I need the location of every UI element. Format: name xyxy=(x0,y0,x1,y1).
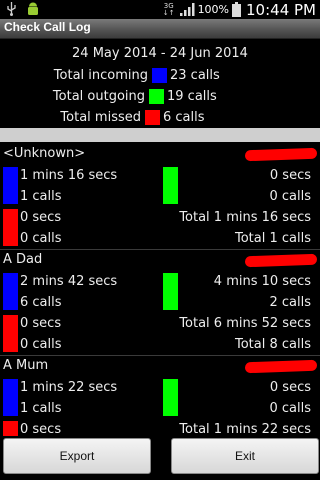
app-title: Check Call Log xyxy=(4,20,91,34)
redaction-mark xyxy=(244,253,318,268)
section-separator xyxy=(0,128,320,142)
status-icons: 3G ↓↑ 100% 10:44 PM xyxy=(163,0,316,19)
summary-panel: 24 May 2014 - 24 Jun 2014 Total incoming… xyxy=(0,38,320,128)
exit-button[interactable]: Exit xyxy=(171,438,319,474)
missed-duration: 0 secs xyxy=(20,422,62,436)
incoming-duration: 1 mins 22 secs xyxy=(20,380,118,395)
missed-label-row: Total missed xyxy=(0,108,141,128)
missed-count: 0 calls xyxy=(20,231,62,246)
incoming-label-row: Total incoming xyxy=(0,66,148,86)
missed-label: Total missed xyxy=(60,110,141,125)
contact-entry[interactable]: <Unknown> 1 mins 16 secs 1 calls 0 secs … xyxy=(0,143,320,249)
usb-icon xyxy=(7,2,16,16)
missed-count: 0 calls xyxy=(20,337,62,352)
outgoing-count: 2 calls xyxy=(269,295,311,310)
incoming-total: 23 calls xyxy=(170,68,220,83)
outgoing-count: 0 calls xyxy=(269,401,311,416)
incoming-label: Total incoming xyxy=(53,68,148,83)
incoming-duration: 2 mins 42 secs xyxy=(20,274,118,289)
incoming-duration: 1 mins 16 secs xyxy=(20,168,118,183)
bottom-button-bar: Export Exit xyxy=(0,436,320,480)
incoming-count: 6 calls xyxy=(20,295,62,310)
incoming-bar xyxy=(3,379,18,416)
total-duration: Total 1 mins 16 secs xyxy=(179,210,311,225)
outgoing-label: Total outgoing xyxy=(52,89,145,104)
incoming-count: 1 calls xyxy=(20,189,62,204)
export-button[interactable]: Export xyxy=(3,438,151,474)
missed-bar xyxy=(3,315,18,352)
incoming-count: 1 calls xyxy=(20,401,62,416)
outgoing-swatch xyxy=(149,89,164,104)
missed-swatch xyxy=(145,110,160,125)
contact-name: A Dad xyxy=(3,252,43,267)
missed-bar xyxy=(3,421,18,436)
missed-bar xyxy=(3,209,18,246)
outgoing-bar xyxy=(163,273,178,310)
clock: 10:44 PM xyxy=(246,0,316,19)
total-count: Total 1 calls xyxy=(234,231,311,246)
incoming-swatch xyxy=(152,68,167,83)
redaction-mark xyxy=(244,147,318,162)
battery-icon xyxy=(232,2,242,17)
outgoing-bar xyxy=(163,167,178,204)
signal-icon xyxy=(179,3,195,16)
outgoing-label-row: Total outgoing xyxy=(0,87,145,107)
missed-duration: 0 secs xyxy=(20,210,62,225)
outgoing-duration: 0 secs xyxy=(269,380,311,395)
outgoing-duration: 0 secs xyxy=(269,168,311,183)
incoming-bar xyxy=(3,273,18,310)
redaction-mark xyxy=(244,359,318,374)
title-bar: Check Call Log xyxy=(0,19,320,39)
incoming-bar xyxy=(3,167,18,204)
contact-name: <Unknown> xyxy=(3,146,86,161)
total-duration: Total 6 mins 52 secs xyxy=(179,316,311,331)
network-indicator: 3G ↓↑ xyxy=(162,1,175,17)
status-bar: 3G ↓↑ 100% 10:44 PM xyxy=(0,0,320,19)
outgoing-count: 0 calls xyxy=(269,189,311,204)
missed-total: 6 calls xyxy=(163,110,205,125)
outgoing-total: 19 calls xyxy=(167,89,217,104)
outgoing-duration: 4 mins 10 secs xyxy=(213,274,311,289)
android-notification-icon xyxy=(28,2,38,15)
contact-name: A Mum xyxy=(3,358,49,373)
contact-entry[interactable]: A Mum 1 mins 22 secs 1 calls 0 secs 0 ca… xyxy=(0,355,320,436)
date-range: 24 May 2014 - 24 Jun 2014 xyxy=(72,46,248,61)
total-count: Total 8 calls xyxy=(234,337,311,352)
missed-duration: 0 secs xyxy=(20,316,62,331)
outgoing-bar xyxy=(163,379,178,416)
total-duration: Total 1 mins 22 secs xyxy=(179,422,311,436)
notification-icons xyxy=(6,2,39,16)
battery-percent: 100% xyxy=(197,3,230,16)
contact-entry[interactable]: A Dad 2 mins 42 secs 6 calls 4 mins 10 s… xyxy=(0,249,320,355)
